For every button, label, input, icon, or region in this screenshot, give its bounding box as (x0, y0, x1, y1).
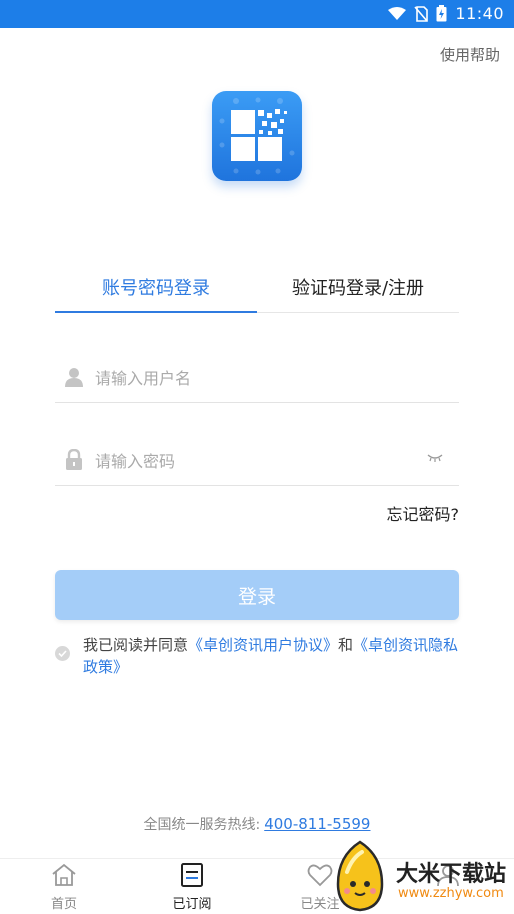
password-input[interactable] (93, 445, 417, 477)
clock: 11:40 (455, 4, 504, 23)
user-agreement-link[interactable]: 《卓创资讯用户协议》 (188, 636, 338, 654)
agreement-and: 和 (338, 636, 354, 654)
nav-subscribed-label: 已订阅 (172, 897, 212, 912)
watermark-title: 大米下载站 (396, 862, 507, 887)
agreement-text: 我已阅读并同意《卓创资讯用户协议》和《卓创资讯隐私政策》 (83, 634, 463, 678)
user-icon (65, 368, 83, 387)
forgot-password-link[interactable]: 忘记密码? (387, 501, 460, 525)
hotline-number[interactable]: 400-811-5599 (264, 815, 370, 833)
login-button[interactable]: 登录 (55, 570, 459, 620)
username-field (55, 352, 459, 403)
nav-home[interactable]: 首页 (0, 859, 128, 914)
watermark-mascot-icon (336, 840, 384, 912)
login-tabs: 账号密码登录 验证码登录/注册 (55, 262, 459, 313)
watermark: 大米下载站 www.zzhyw.com (330, 838, 514, 913)
nav-home-label: 首页 (50, 897, 77, 912)
agreement-prefix: 我已阅读并同意 (83, 636, 189, 654)
wifi-icon (388, 6, 407, 20)
tab-code-login[interactable]: 验证码登录/注册 (257, 262, 459, 312)
tab-password-login[interactable]: 账号密码登录 (55, 262, 257, 312)
check-icon (58, 650, 67, 658)
eye-closed-icon[interactable] (427, 453, 443, 463)
no-sim-icon (414, 5, 429, 22)
hotline-label: 全国统一服务热线: (143, 817, 261, 833)
nav-subscribed[interactable]: 已订阅 (128, 859, 256, 914)
username-input[interactable] (93, 362, 417, 394)
hotline: 全国统一服务热线: 400-811-5599 (0, 814, 514, 834)
app-logo (212, 91, 302, 181)
help-link[interactable]: 使用帮助 (440, 44, 500, 65)
battery-icon (436, 5, 447, 22)
status-bar: 11:40 (0, 0, 514, 28)
agree-checkbox[interactable] (55, 646, 70, 661)
watermark-url: www.zzhyw.com (398, 886, 504, 901)
home-icon (52, 863, 76, 886)
password-field (55, 435, 459, 486)
lock-icon (66, 449, 82, 470)
logo-grid-icon (219, 97, 295, 175)
subscribe-icon (181, 863, 203, 887)
active-tab-indicator (55, 311, 257, 313)
